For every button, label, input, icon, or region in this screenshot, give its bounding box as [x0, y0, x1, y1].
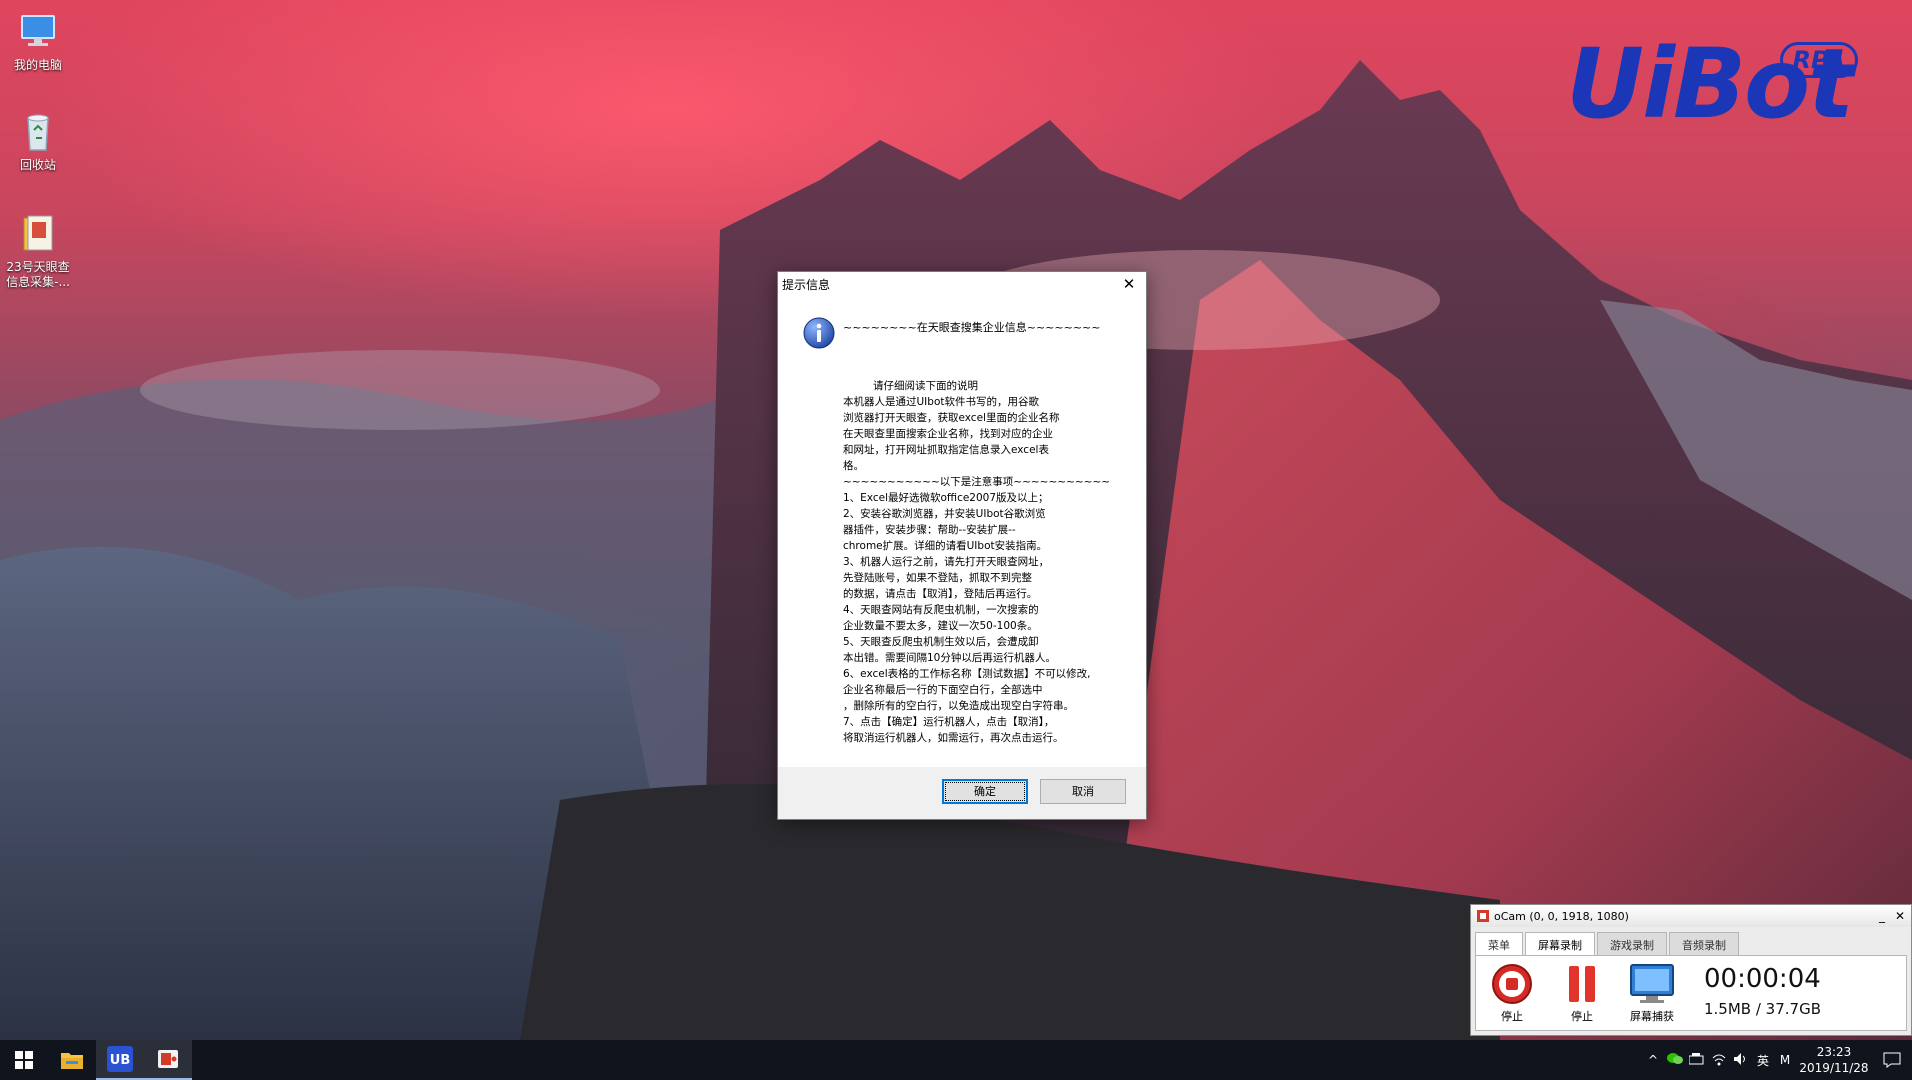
recording-timer: 00:00:04: [1704, 964, 1821, 994]
desktop-icon-label-line2: 信息采集-...: [6, 275, 70, 289]
start-icon: [15, 1051, 33, 1069]
message-line: 6、excel表格的工作标名称【测试数据】不可以修改,: [843, 668, 1091, 680]
screen-capture-label: 屏幕捕获: [1630, 1010, 1674, 1023]
message-line: chrome扩展。详细的请看UIbot安装指南。: [843, 540, 1048, 552]
wifi-tray-icon[interactable]: [1708, 1052, 1730, 1069]
message-line: 7、点击【确定】运行机器人，点击【取消】，: [843, 716, 1055, 728]
tray-chevron-icon[interactable]: ^: [1642, 1053, 1664, 1067]
ocam-taskbar-button[interactable]: [144, 1040, 192, 1080]
notification-icon: [1883, 1052, 1901, 1068]
taskbar: UB ^ 英 M 23:23 2019/11/28: [0, 1040, 1912, 1080]
message-line: 企业数量不要太多，建议一次50-100条。: [843, 620, 1038, 632]
message-line: 和网址，打开网址抓取指定信息录入excel表: [843, 444, 1049, 456]
ocam-panel: 停止 停止 屏幕捕获 00:00:04 1.5MB / 37.7GB: [1475, 955, 1907, 1031]
stop-record-icon: [1492, 964, 1532, 1004]
ime-indicator[interactable]: 英: [1752, 1052, 1774, 1069]
uibot-icon: UB: [107, 1046, 133, 1072]
clock-time: 23:23: [1816, 1045, 1852, 1059]
tab-menu[interactable]: 菜单: [1475, 932, 1523, 955]
ocam-app-icon: [1477, 910, 1489, 922]
dialog-headline: ~~~~~~~~在天眼查搜集企业信息~~~~~~~~: [843, 321, 1101, 334]
file-explorer-button[interactable]: [48, 1040, 96, 1080]
message-line: 在天眼查里面搜索企业名称，找到对应的企业: [843, 428, 1053, 440]
message-line: 2、安装谷歌浏览器，并安装UIbot谷歌浏览: [843, 508, 1046, 520]
dialog-titlebar[interactable]: 提示信息 ✕: [778, 272, 1146, 296]
desktop-icon-computer[interactable]: 我的电脑: [4, 10, 72, 73]
ocam-titlebar[interactable]: oCam (0, 0, 1918, 1080) _ ✕: [1471, 905, 1911, 927]
cancel-button-label: 取消: [1072, 785, 1094, 798]
message-line: 先登陆账号，如果不登陆，抓取不到完整: [843, 572, 1032, 584]
ocam-tabs: 菜单 屏幕录制 游戏录制 音频录制: [1471, 927, 1911, 955]
notification-button[interactable]: [1872, 1052, 1912, 1068]
message-line: 企业名称最后一行的下面空白行，全部选中: [843, 684, 1043, 696]
recording-size: 1.5MB / 37.7GB: [1704, 1000, 1821, 1018]
uibot-logo: UiBot RPA: [1566, 36, 1858, 132]
ime-mode-indicator[interactable]: M: [1774, 1053, 1796, 1067]
message-line: 格。: [843, 460, 864, 472]
clock-date: 2019/11/28: [1799, 1061, 1869, 1075]
file-explorer-icon: [61, 1053, 83, 1069]
ocam-icon: [158, 1050, 178, 1068]
message-line: 将取消运行机器人，如需运行，再次点击运行。: [843, 732, 1064, 744]
start-button[interactable]: [0, 1040, 48, 1080]
message-line: ~~~~~~~~~~~以下是注意事项~~~~~~~~~~~: [843, 476, 1111, 488]
cancel-button[interactable]: 取消: [1040, 779, 1126, 804]
dialog-close-button[interactable]: ✕: [1118, 275, 1140, 293]
message-line: 3、机器人运行之前，请先打开天眼查网址，: [843, 556, 1050, 568]
message-line: 浏览器打开天眼查，获取excel里面的企业名称: [843, 412, 1060, 424]
info-icon: [803, 317, 835, 349]
desktop-icon-label-line1: 23号天眼查: [6, 260, 70, 274]
message-line: 5、天眼查反爬虫机制生效以后，会遭成卸: [843, 636, 1039, 648]
computer-icon: [21, 15, 55, 46]
message-line: 本机器人是通过UIbot软件书写的，用谷歌: [843, 396, 1039, 408]
message-line: ，删除所有的空白行，以免造成出现空白字符串。: [843, 700, 1074, 712]
ocam-title: oCam (0, 0, 1918, 1080): [1494, 909, 1629, 923]
message-line: 的数据，请点击【取消】，登陆后再运行。: [843, 588, 1038, 600]
ocam-close-button[interactable]: ✕: [1895, 909, 1905, 923]
folder-icon: [23, 215, 53, 251]
ocam-window: oCam (0, 0, 1918, 1080) _ ✕ 菜单 屏幕录制 游戏录制…: [1470, 904, 1912, 1036]
desktop-icon-folder[interactable]: 23号天眼查 信息采集-...: [4, 212, 72, 290]
uibot-taskbar-button[interactable]: UB: [96, 1040, 144, 1080]
message-line: 请仔细阅读下面的说明: [843, 380, 979, 392]
dialog-message: 请仔细阅读下面的说明 本机器人是通过UIbot软件书写的，用谷歌 浏览器打开天眼…: [843, 378, 1133, 746]
tab-game-record[interactable]: 游戏录制: [1597, 932, 1667, 955]
system-tray: ^ 英 M 23:23 2019/11/28: [1642, 1040, 1912, 1080]
pause-label: 停止: [1571, 1010, 1593, 1023]
desktop-icon-label: 回收站: [19, 158, 56, 172]
message-line: 4、天眼查网站有反爬虫机制，一次搜索的: [843, 604, 1039, 616]
recycle-bin-icon: [27, 114, 49, 151]
dialog-body: ~~~~~~~~在天眼查搜集企业信息~~~~~~~~ 请仔细阅读下面的说明 本机…: [778, 296, 1146, 768]
wechat-tray-icon[interactable]: [1664, 1052, 1686, 1069]
desktop-icon-label: 我的电脑: [13, 58, 62, 72]
uibot-logo-rpa-badge: RPA: [1779, 42, 1858, 78]
tab-screen-record[interactable]: 屏幕录制: [1525, 932, 1595, 955]
ok-button[interactable]: 确定: [942, 779, 1028, 804]
screen-capture-icon: [1630, 964, 1674, 1003]
desktop-icon-recycle-bin[interactable]: 回收站: [4, 110, 72, 173]
stop-record-label: 停止: [1501, 1010, 1523, 1023]
message-line: 器插件，安装步骤：帮助--安装扩展--: [843, 524, 1016, 536]
info-dialog: 提示信息 ✕ ~~~~~~~~在天眼查搜集企业信息~~~~~~~~ 请仔细阅读下…: [777, 271, 1147, 820]
message-line: 本出错。需要间隔10分钟以后再运行机器人。: [843, 652, 1056, 664]
volume-tray-icon[interactable]: [1730, 1052, 1752, 1069]
message-line: 1、Excel最好选微软office2007版及以上；: [843, 492, 1049, 504]
network-tray-icon[interactable]: [1686, 1052, 1708, 1068]
dialog-title: 提示信息: [782, 277, 831, 292]
ocam-minimize-button[interactable]: _: [1879, 909, 1885, 923]
pause-button[interactable]: 停止: [1552, 960, 1612, 1024]
pause-icon: [1569, 966, 1595, 1002]
tab-audio-record[interactable]: 音频录制: [1669, 932, 1739, 955]
svg-text:UB: UB: [110, 1053, 130, 1068]
taskbar-clock[interactable]: 23:23 2019/11/28: [1796, 1044, 1872, 1076]
dialog-footer: 确定 取消: [778, 767, 1146, 819]
stop-record-button[interactable]: 停止: [1482, 960, 1542, 1024]
screen-capture-button[interactable]: 屏幕捕获: [1622, 960, 1682, 1024]
